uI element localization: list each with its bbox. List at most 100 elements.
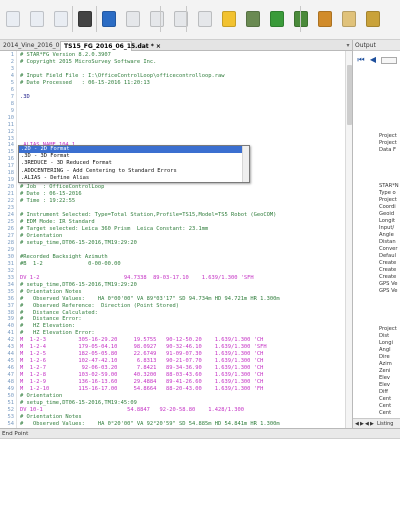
note-button[interactable] [338, 6, 360, 32]
layout-button[interactable] [362, 6, 384, 32]
note-icon [342, 11, 356, 27]
output-line: Project [379, 197, 397, 203]
autocomplete-item[interactable]: .3D - 3D Format [19, 153, 249, 160]
app-window: ▾ 2014_Vine_2016_06_15.dat TS15_FG_2016_0… [0, 0, 400, 516]
output-line: Project [379, 140, 397, 146]
output-panel: Output ⏮ ◀ ◀ ▶ ◀ ▶ Listing Project Project Data… [352, 40, 400, 428]
export-icon [318, 11, 332, 27]
undo-button[interactable] [194, 6, 216, 32]
output-line: Azim [379, 361, 392, 367]
code-editor[interactable]: 1 # STAR*FG Version 8.2.0.3907 2 # Copyrigh… [0, 51, 352, 428]
output-line: Distan [379, 239, 396, 245]
output-line: Dire [379, 354, 390, 360]
previous-page-icon[interactable]: ◀ [367, 54, 379, 66]
output-line: Geoid [379, 211, 395, 217]
output-line: Diff [379, 389, 389, 395]
footer-nav-icon[interactable]: ◀ [365, 420, 369, 428]
new-file-button[interactable] [2, 6, 24, 32]
output-line: Angle [379, 232, 394, 238]
tab-label: TS15_FG_2016_06_15.dat * [64, 43, 154, 50]
footer-nav-icon[interactable]: ▶ [370, 420, 374, 428]
run-icon [102, 11, 116, 27]
code-text: # Observed Values: HA 0°20'00" VA 92°20'… [20, 420, 280, 427]
undo-icon [198, 11, 212, 27]
listing-tab[interactable]: Listing [377, 420, 393, 428]
output-line: Dist [379, 333, 390, 339]
toolbar-separator [160, 6, 161, 32]
output-line: Zeni [379, 368, 391, 374]
output-line: Cent [379, 403, 392, 409]
tab-bar: ▾ 2014_Vine_2016_06_15.dat TS15_FG_2016_0… [0, 40, 352, 51]
tab-file-2[interactable]: TS15_FG_2016_06_15.dat * × [60, 41, 161, 51]
open-folder-icon [30, 11, 44, 27]
output-line: GPS Ve [379, 288, 398, 294]
output-nav: ⏮ ◀ [355, 54, 399, 68]
output-line: Cent [379, 396, 392, 402]
check-icon [270, 11, 284, 27]
output-line: Input/ [379, 225, 395, 231]
output-footer: ◀ ▶ ◀ ▶ Listing [353, 418, 400, 428]
cut-icon [126, 11, 140, 27]
output-line: Angl [379, 347, 391, 353]
run-button[interactable] [98, 6, 120, 32]
cut-button[interactable] [122, 6, 144, 32]
output-line: GPS Ve [379, 281, 398, 287]
output-line: Project [379, 326, 397, 332]
editor-vertical-scrollbar[interactable] [345, 51, 352, 428]
wrench-icon [246, 11, 260, 27]
autocomplete-item[interactable]: .ALIAS - Define Alias [19, 175, 249, 182]
footer-nav-icon[interactable]: ▶ [360, 420, 364, 428]
export-button[interactable] [314, 6, 336, 32]
toolbar-separator [72, 6, 73, 32]
code-line[interactable]: 54 # Observed Values: HA 0°20'00" VA 92°2… [0, 421, 345, 428]
output-line: Data F [379, 147, 397, 153]
output-line: Create [379, 274, 397, 280]
save-icon [54, 11, 68, 27]
tab-scroll-button[interactable]: ▾ [344, 41, 352, 50]
bottom-panel-title: End Point [0, 429, 400, 439]
output-line: Create [379, 260, 397, 266]
output-line: Elev [379, 382, 390, 388]
tab-close-icon[interactable]: × [156, 43, 161, 50]
toolbar [0, 0, 400, 40]
toolbar-separator [300, 6, 301, 32]
output-line: Create [379, 267, 397, 273]
lightning-button[interactable] [218, 6, 240, 32]
output-line: Type o [379, 190, 396, 196]
layout-icon [366, 11, 380, 27]
autocomplete-item[interactable]: .2D - 2D Format [19, 146, 249, 154]
new-file-icon [6, 11, 20, 27]
autocomplete-popup: .2D - 2D Format .3D - 3D Format .3REDUCE -… [18, 145, 250, 183]
footer-nav-icon[interactable]: ◀ [355, 420, 359, 428]
output-page-selector[interactable] [381, 57, 397, 64]
autocomplete-item[interactable]: .3REDUCE - 3D Reduced Format [19, 160, 249, 167]
output-line: Coordi [379, 204, 396, 210]
autocomplete-item[interactable]: .ADDCENTERING - Add Centering to Standar… [19, 168, 249, 175]
level-button[interactable] [290, 6, 312, 32]
output-line: Defaul [379, 253, 396, 259]
level-icon [294, 11, 308, 27]
find-button[interactable] [74, 6, 96, 32]
output-line: Project [379, 133, 397, 139]
settings-button[interactable] [242, 6, 264, 32]
toolbar-separator [186, 6, 187, 32]
tab-file-1[interactable]: 2014_Vine_2016_06_15.dat [0, 41, 86, 51]
copy-icon [150, 11, 164, 27]
paste-button[interactable] [170, 6, 192, 32]
save-button[interactable] [50, 6, 72, 32]
popup-scrollbar[interactable] [242, 146, 249, 182]
line-number: 54 [7, 420, 15, 427]
toolbar-separator [96, 6, 97, 32]
lightning-icon [222, 11, 236, 27]
bottom-panel: End Point [0, 428, 400, 516]
binoculars-icon [78, 11, 92, 27]
output-panel-title: Output [353, 40, 400, 51]
output-line: Cent [379, 410, 392, 416]
output-line: Conver [379, 246, 398, 252]
output-line: Longit [379, 218, 396, 224]
check-button[interactable] [266, 6, 288, 32]
copy-button[interactable] [146, 6, 168, 32]
output-line: Elev [379, 375, 390, 381]
open-file-button[interactable] [26, 6, 48, 32]
first-page-icon[interactable]: ⏮ [355, 54, 367, 66]
